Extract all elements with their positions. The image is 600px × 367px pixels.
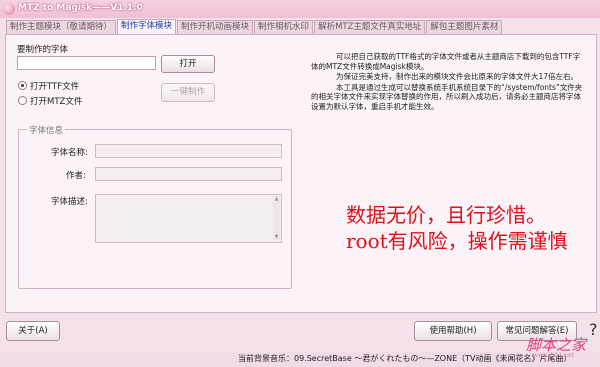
tab-theme-module[interactable]: 制作主题模块（敬请期待）	[6, 20, 117, 34]
font-desc-field[interactable]: ▲ ▼	[95, 194, 282, 243]
font-desc-label: 字体描述:	[51, 197, 88, 207]
info-paragraph: 可以把自己获取的TTF格式的字体文件或者从主题商店下载到的包含TTF字体的MTZ…	[311, 52, 581, 71]
now-playing-text: 当前背景音乐：09.SecretBase ～君がくれたもの～—ZONE（TV动画…	[238, 354, 572, 363]
tab-camera-watermark[interactable]: 制作相机水印	[254, 20, 314, 34]
title-bar: MTZ to Magisk——V1.1.0	[0, 0, 600, 18]
app-icon	[3, 3, 15, 15]
tab-unpack-images[interactable]: 解包主题图片素材	[426, 20, 503, 34]
radio-open-ttf[interactable]	[18, 81, 27, 90]
tab-parse-mtz[interactable]: 解析MTZ主题文件真实地址	[314, 20, 426, 34]
tab-bar: 制作主题模块（敬请期待） 制作字体模块 制作开机动画模块 制作相机水印 解析MT…	[6, 19, 503, 34]
about-button[interactable]: 关于(A)	[6, 321, 60, 341]
status-bar: 当前背景音乐：09.SecretBase ～君がくれたもの～—ZONE（TV动画…	[0, 352, 600, 367]
open-button[interactable]: 打开	[161, 55, 215, 73]
info-text: 可以把自己获取的TTF格式的字体文件或者从主题商店下载到的包含TTF字体的MTZ…	[311, 52, 583, 112]
warning-line-1: 数据无价，且行珍惜。	[346, 203, 546, 227]
author-label: 作者:	[66, 171, 86, 181]
tab-boot-animation[interactable]: 制作开机动画模块	[177, 20, 254, 34]
font-info-group: 字体信息 字体名称: 作者: 字体描述: ▲ ▼	[18, 124, 292, 289]
font-name-field[interactable]	[95, 144, 282, 158]
font-file-label: 要制作的字体	[17, 45, 69, 55]
make-button[interactable]: 一键制作	[161, 83, 215, 102]
font-name-label: 字体名称:	[51, 148, 88, 158]
app-window: MTZ to Magisk——V1.1.0 制作主题模块（敬请期待） 制作字体模…	[0, 0, 600, 367]
desc-scrollbar[interactable]: ▲ ▼	[273, 196, 280, 240]
radio-open-ttf-label[interactable]: 打开TTF文件	[30, 80, 79, 92]
font-file-input[interactable]	[17, 56, 156, 70]
window-title: MTZ to Magisk——V1.1.0	[18, 3, 143, 13]
tab-font-module[interactable]: 制作字体模块	[117, 19, 177, 34]
info-paragraph: 为保证完美支持，制作出来的模块文件会比原来的字体文件大17倍左右。	[336, 72, 579, 81]
question-icon[interactable]: ?	[589, 320, 598, 339]
scroll-up-icon[interactable]: ▲	[273, 196, 280, 202]
radio-open-mtz-label[interactable]: 打开MTZ文件	[30, 95, 82, 107]
scroll-down-icon[interactable]: ▼	[273, 234, 280, 240]
info-paragraph: 本工具是通过生成可以替换系统手机系统目录下的“/system/fonts”文件夹…	[311, 82, 583, 111]
author-field[interactable]	[95, 167, 282, 181]
radio-open-mtz[interactable]	[18, 96, 27, 105]
warning-line-2: root有风险，操作需谨慎	[346, 229, 568, 253]
font-module-panel: 要制作的字体 打开 打开TTF文件 打开MTZ文件 一键制作 字体信息 字体名称…	[5, 34, 597, 313]
watermark-url: www.jb51.net	[533, 352, 574, 359]
help-button[interactable]: 使用帮助(H)	[414, 321, 492, 341]
font-info-title: 字体信息	[27, 124, 66, 136]
